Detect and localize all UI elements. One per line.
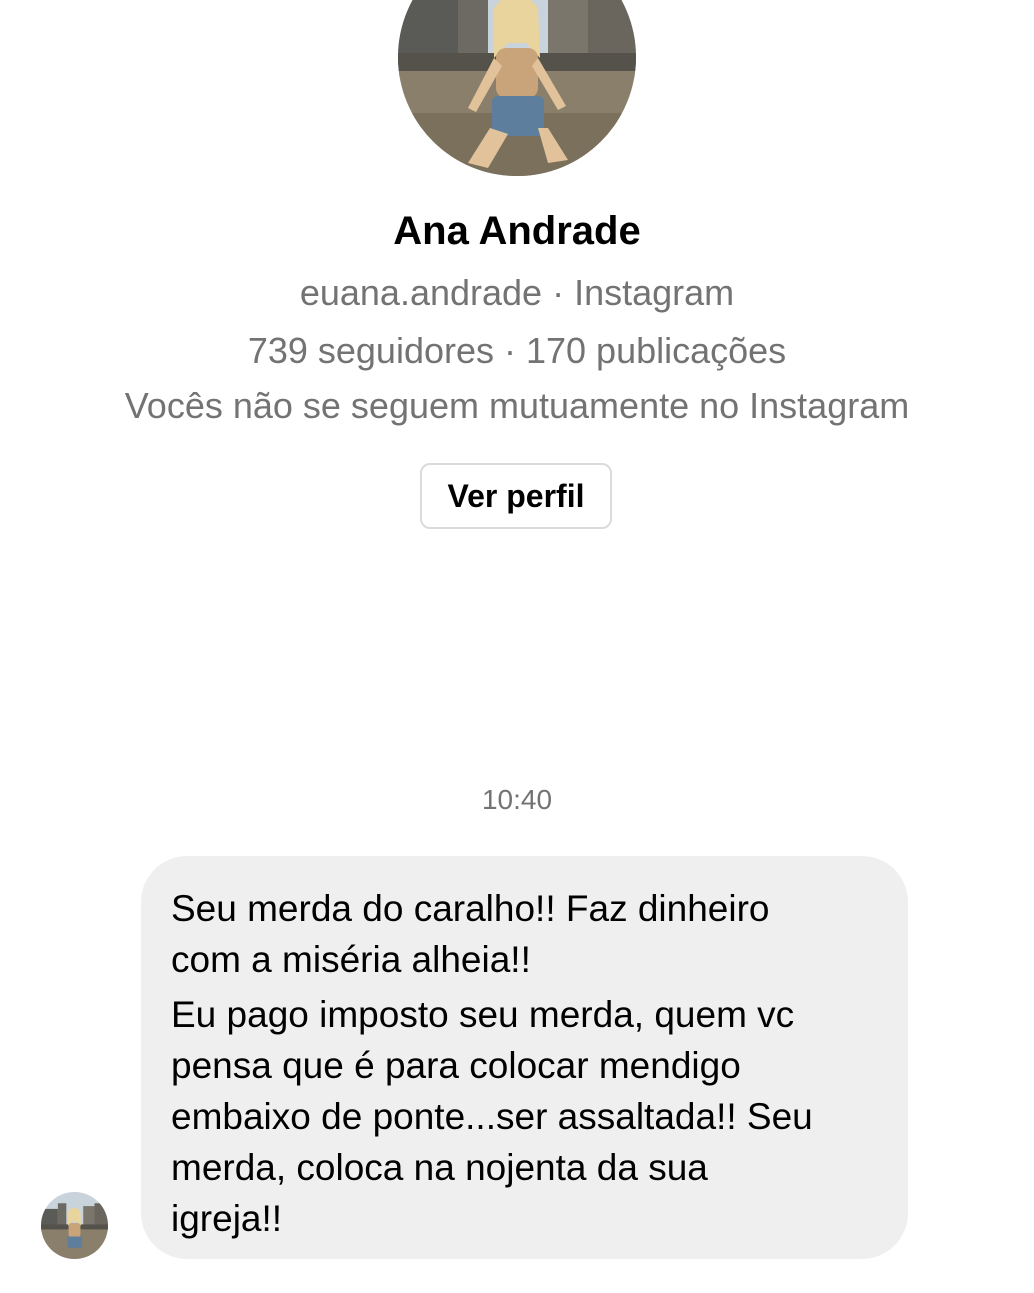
message-line: com a miséria alheia!! [171, 939, 531, 980]
sender-avatar[interactable] [41, 1192, 108, 1259]
view-profile-button[interactable]: Ver perfil [420, 463, 612, 529]
profile-handle-line: euana.andrade · Instagram [299, 272, 735, 313]
message-line: Seu merda do caralho!! Faz dinheiro [171, 888, 770, 929]
profile-photo [398, 0, 636, 176]
sender-photo [41, 1192, 108, 1259]
message-line: igreja!! [171, 1198, 283, 1239]
profile-name: Ana Andrade [393, 209, 641, 253]
message-bubble[interactable]: Seu merda do caralho!! Faz dinheiro com … [141, 856, 908, 1259]
message-line: pensa que é para colocar mendigo [171, 1045, 741, 1086]
message-line: Eu pago imposto seu merda, quem vc [171, 994, 795, 1035]
message-timestamp: 10:40 [481, 784, 553, 815]
profile-stats-line: 739 seguidores · 170 publicações [247, 330, 787, 371]
profile-avatar[interactable] [398, 0, 636, 176]
message-line: merda, coloca na nojenta da sua [171, 1147, 708, 1188]
mutual-follow-status: Vocês não se seguem mutuamente no Instag… [124, 385, 910, 426]
message-line: embaixo de ponte...ser assaltada!! Seu [171, 1096, 813, 1137]
